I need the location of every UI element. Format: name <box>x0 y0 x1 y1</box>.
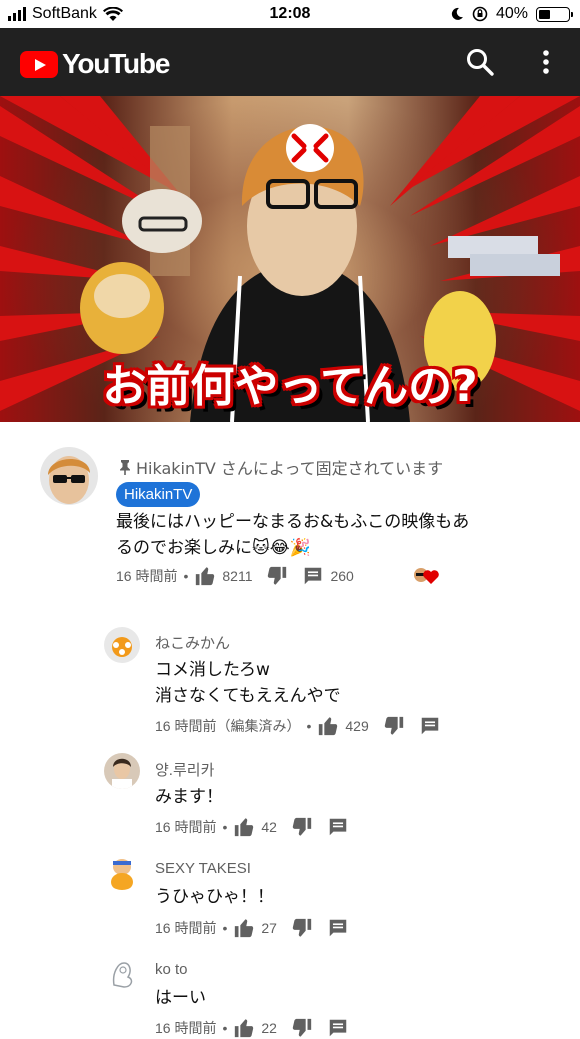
reply-author[interactable]: ko to <box>155 961 188 978</box>
thumb-down-icon[interactable] <box>291 917 313 939</box>
thumb-down-icon[interactable] <box>291 816 313 838</box>
like-count: 27 <box>261 920 277 936</box>
reply-line: コメ消したろw <box>155 660 270 680</box>
reply-line: うひゃひゃ！！ <box>155 887 274 907</box>
reply-avatar[interactable] <box>104 753 140 789</box>
moon-icon <box>451 7 463 20</box>
reply-actions: 16 時間前 • 42 <box>155 816 349 838</box>
youtube-play-icon <box>20 50 58 78</box>
status-bar: SoftBank 12:08 40% <box>0 0 580 28</box>
separator-dot: • <box>222 1020 228 1036</box>
thumb-down-icon[interactable] <box>266 565 288 587</box>
thumb-up-icon[interactable] <box>194 565 216 587</box>
reply-text: うひゃひゃ！！ <box>155 884 535 910</box>
pinned-comment-actions: 16 時間前 • 8211 260 <box>116 565 354 587</box>
comment-icon[interactable] <box>302 565 324 587</box>
battery-percent: 40% <box>495 5 528 22</box>
thumb-up-icon[interactable] <box>233 816 255 838</box>
reply-time: 16 時間前 <box>155 1020 217 1036</box>
thumb-down-icon[interactable] <box>291 1017 313 1039</box>
comment-icon[interactable] <box>419 715 441 737</box>
comment-time: 16 時間前 <box>116 568 178 584</box>
reply-line: はーい <box>155 988 206 1008</box>
comment-icon[interactable] <box>327 917 349 939</box>
like-count: 429 <box>345 718 369 734</box>
hikakin-avatar[interactable] <box>40 447 98 505</box>
search-icon[interactable] <box>464 46 496 78</box>
more-vert-icon[interactable] <box>530 46 562 78</box>
comment-icon[interactable] <box>327 816 349 838</box>
app-bar: YouTube <box>0 28 580 96</box>
reply-text: みます！ <box>155 784 535 810</box>
reply-count: 260 <box>330 568 354 584</box>
pin-icon <box>120 460 130 475</box>
reply-time: 16 時間前 <box>155 920 217 936</box>
video-caption: お前何やってんの? <box>102 361 478 412</box>
comment-icon[interactable] <box>327 1017 349 1039</box>
reply-avatar[interactable] <box>104 627 140 663</box>
reply-text: コメ消したろw 消さなくてもええんやで <box>155 657 535 709</box>
reply-actions: 16 時間前 • 22 <box>155 1017 349 1039</box>
separator-dot: • <box>306 718 312 734</box>
thumb-up-icon[interactable] <box>317 715 339 737</box>
reply-time: 16 時間前（編集済み） <box>155 718 301 734</box>
like-count: 42 <box>261 819 277 835</box>
pinned-comment-line: 最後にはハッピーなまるお&もふこの映像もあ <box>116 512 470 532</box>
thumb-up-icon[interactable] <box>233 1017 255 1039</box>
like-count: 22 <box>261 1020 277 1036</box>
reply-avatar[interactable] <box>104 854 140 890</box>
pinned-label-text: HikakinTV さんによって固定されています <box>136 459 444 478</box>
status-right: 40% <box>450 5 573 23</box>
separator-dot: • <box>183 568 189 584</box>
separator-dot: • <box>222 920 228 936</box>
separator-dot: • <box>222 819 228 835</box>
reply-actions: 16 時間前（編集済み） • 429 <box>155 715 441 737</box>
reply-author[interactable]: 양.루리카 <box>155 759 214 780</box>
pinned-label: HikakinTV さんによって固定されています <box>116 455 443 479</box>
video-player[interactable]: お前何やってんの? <box>0 96 580 422</box>
thumb-down-icon[interactable] <box>383 715 405 737</box>
channel-chip[interactable]: HikakinTV <box>116 482 201 507</box>
reply-line: みます！ <box>155 787 223 807</box>
reply-text: はーい <box>155 985 535 1011</box>
youtube-logo[interactable]: YouTube <box>20 48 170 80</box>
reply-author[interactable]: ねこみかん <box>155 632 230 653</box>
creator-heart-icon <box>413 566 439 590</box>
reply-time: 16 時間前 <box>155 819 217 835</box>
reply-actions: 16 時間前 • 27 <box>155 917 349 939</box>
thumb-up-icon[interactable] <box>233 917 255 939</box>
like-count: 8211 <box>222 568 253 584</box>
rotation-lock-icon <box>472 6 488 22</box>
reply-avatar[interactable] <box>104 955 140 991</box>
battery-icon <box>536 6 573 22</box>
pinned-comment-text: 最後にはハッピーなまるお&もふこの映像もあ るのでお楽しみに🐱😂🎉 <box>116 509 526 561</box>
pinned-comment-line: るのでお楽しみに🐱😂🎉 <box>116 538 311 558</box>
reply-author[interactable]: SEXY TAKESI <box>155 860 251 877</box>
reply-line: 消さなくてもええんやで <box>155 686 341 706</box>
youtube-wordmark: YouTube <box>62 48 170 79</box>
